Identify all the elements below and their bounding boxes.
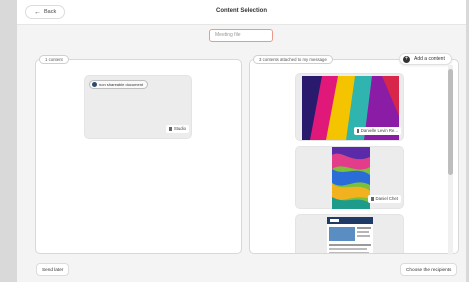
document-chip-label: non shareable document [99, 82, 144, 87]
right-panel-count: 3 contents attached to my message [253, 55, 333, 64]
left-panel-count: 1 content [39, 55, 69, 64]
content-thumbnail [332, 147, 370, 209]
owner-name: Daniel Chet [375, 196, 398, 201]
document-chip: non shareable document [89, 80, 149, 89]
file-icon [168, 127, 172, 131]
document-preview-image [327, 217, 373, 253]
owner-name: Danielle Levin Re... [360, 128, 398, 133]
add-content-label: Add a content [414, 56, 445, 62]
document-status-icon [92, 82, 97, 87]
attached-content-card[interactable]: Daniel Chet [295, 146, 404, 209]
attached-content-card[interactable] [295, 214, 404, 253]
owner-tag: Danielle Levin Re... [354, 127, 401, 135]
owner-tag: Daniel Chet [367, 195, 401, 203]
top-bar: ← Back Content Selection [17, 0, 466, 25]
owner-name: Studio [173, 126, 186, 131]
file-icon [370, 197, 374, 201]
file-icon [357, 129, 359, 133]
content-selection-window: ← Back Content Selection Meeting file no… [17, 0, 466, 282]
attached-contents-panel: Danielle Levin Re... Daniel Chet [249, 59, 459, 254]
fluid-art-image [332, 147, 370, 209]
screen-background: ← Back Content Selection Meeting file no… [0, 0, 469, 282]
send-later-button[interactable]: Send later [36, 263, 70, 276]
scrollbar[interactable] [448, 65, 453, 255]
plus-icon: + [403, 55, 410, 63]
scrollbar-thumb[interactable] [448, 69, 453, 175]
add-content-button[interactable]: + Add a content [399, 53, 452, 65]
owner-tag: Studio [165, 125, 189, 133]
choose-recipients-button[interactable]: Choose the recipients [400, 263, 458, 276]
available-contents-panel: non shareable document Studio [35, 59, 242, 254]
search-input[interactable]: Meeting file [209, 29, 273, 42]
content-thumbnail [327, 217, 373, 253]
attached-content-card[interactable]: Danielle Levin Re... [295, 73, 404, 141]
page-title: Content Selection [215, 8, 267, 14]
content-card[interactable]: non shareable document Studio [84, 75, 192, 139]
